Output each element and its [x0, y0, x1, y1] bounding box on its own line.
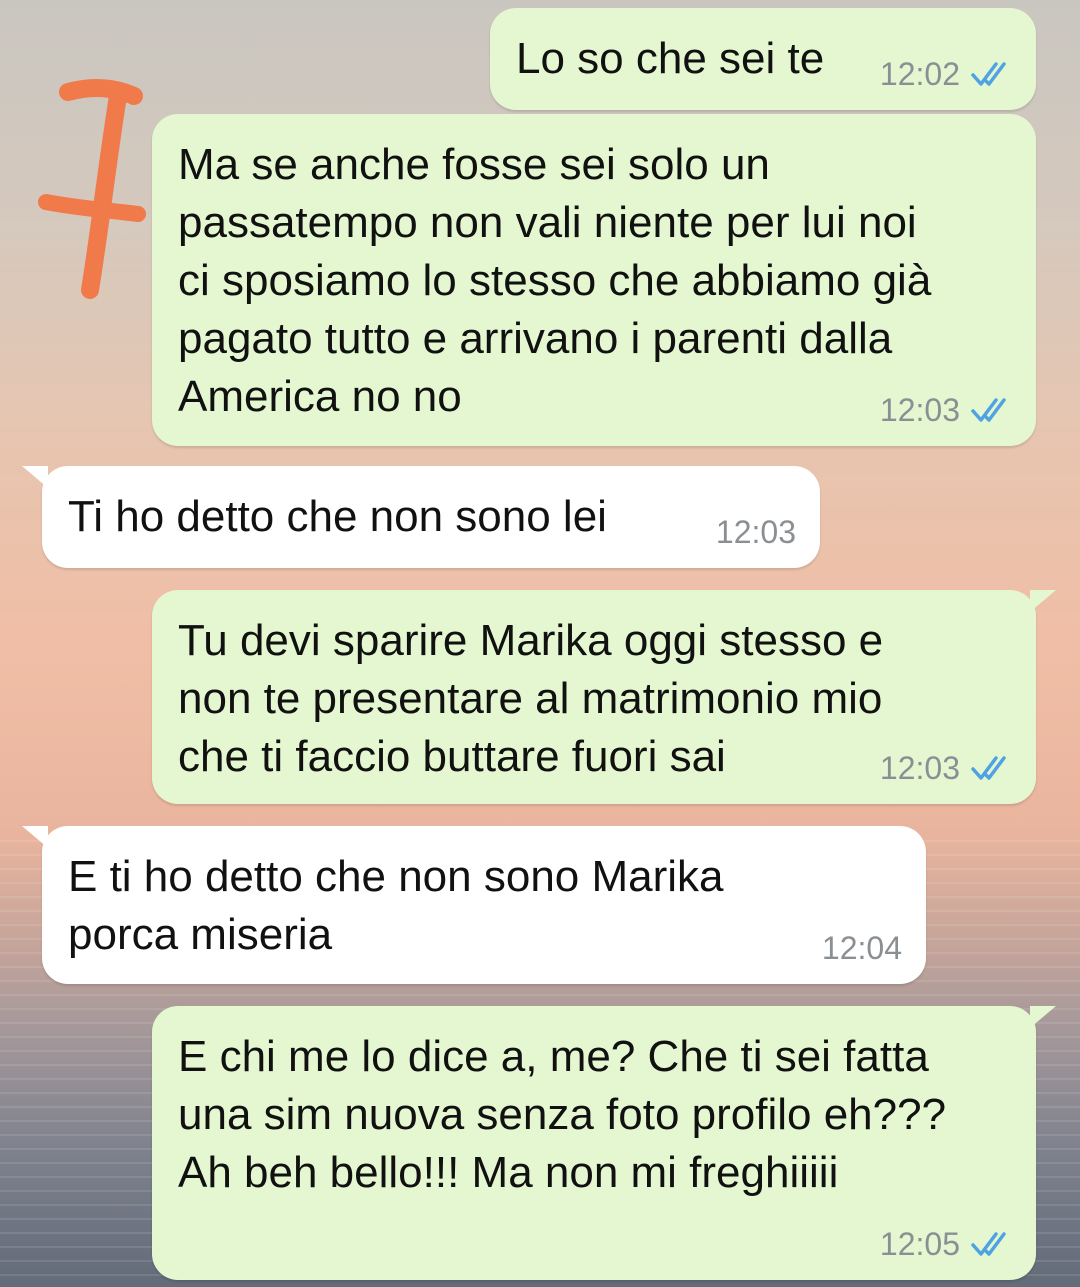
message-text: Ma se anche fosse sei solo un passatempo… — [178, 140, 932, 421]
message-meta: 12:02 — [880, 56, 1014, 92]
double-check-icon — [971, 398, 1006, 422]
message-timestamp: 12:02 — [879, 56, 960, 92]
handwritten-mark-icon — [38, 78, 146, 299]
double-check-icon — [971, 1232, 1006, 1256]
message-bubble-outgoing[interactable]: E chi me lo dice a, me? Che ti sei fatta… — [152, 1006, 1056, 1280]
message-bubble-outgoing[interactable]: Ma se anche fosse sei solo un passatempo… — [152, 114, 1036, 446]
message-timestamp: 12:04 — [821, 930, 902, 966]
message-bubble-outgoing[interactable]: Lo so che sei te 12:02 — [490, 8, 1036, 110]
message-meta: 12:05 — [880, 1226, 1014, 1262]
message-meta: 12:03 — [716, 514, 796, 550]
message-text: E chi me lo dice a, me? Che ti sei fatta… — [178, 1032, 947, 1197]
message-text: Ti ho detto che non sono lei — [68, 492, 607, 541]
message-bubble-outgoing[interactable]: Tu devi sparire Marika oggi stesso e non… — [152, 590, 1056, 804]
double-check-icon — [971, 756, 1006, 780]
message-meta: 12:03 — [880, 750, 1014, 786]
message-timestamp: 12:03 — [715, 514, 796, 550]
message-bubble-incoming[interactable]: Ti ho detto che non sono lei 12:03 — [22, 466, 820, 568]
message-meta: 12:03 — [880, 392, 1014, 428]
message-timestamp: 12:03 — [879, 392, 960, 428]
message-timestamp: 12:03 — [879, 750, 960, 786]
double-check-icon — [971, 62, 1006, 86]
message-bubble-incoming[interactable]: E ti ho detto che non sono Marika porca … — [22, 826, 926, 984]
message-text: E ti ho detto che non sono Marika porca … — [68, 852, 724, 959]
message-timestamp: 12:05 — [879, 1226, 960, 1262]
message-meta: 12:04 — [822, 930, 902, 966]
chat-conversation[interactable]: Lo so che sei te 12:02 Ma se anche fosse… — [0, 0, 1080, 1287]
